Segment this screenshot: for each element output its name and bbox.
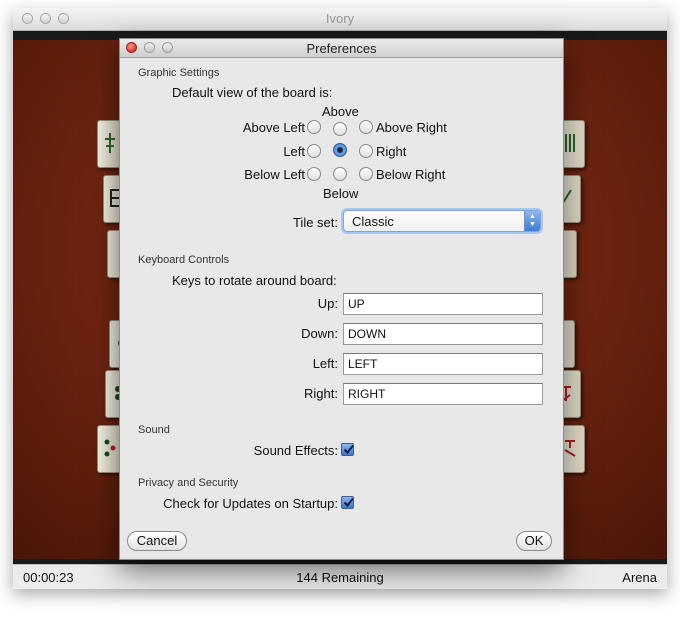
default-view-prompt: Default view of the board is: [172,85,333,100]
checkmark-icon [343,444,354,455]
tiles-remaining: 144 Remaining [296,570,384,585]
key-up-label: Up: [317,296,338,311]
window-title: Ivory [325,11,355,26]
view-below-left-label: Below Left [244,167,305,182]
key-left-label: Left: [312,356,338,371]
layout-name: Arena [622,570,657,585]
graphic-settings-heading: Graphic Settings [138,67,220,79]
view-left-label: Left [283,144,305,159]
view-above-label: Above [322,104,359,119]
view-below-left-radio[interactable] [307,167,321,181]
status-bar: 00:00:23 144 Remaining Arena [13,564,667,589]
ok-button[interactable]: OK [516,531,552,551]
sound-heading: Sound [138,424,170,436]
tile-set-select[interactable]: Classic ▲ ▼ [343,210,541,232]
dialog-title: Preferences [306,41,377,56]
view-above-right-label: Above Right [376,120,447,135]
preferences-dialog: Preferences Graphic Settings Default vie… [119,38,564,560]
key-right-field[interactable]: RIGHT [343,383,543,405]
rotate-keys-prompt: Keys to rotate around board: [172,273,337,288]
view-below-radio[interactable] [333,167,347,181]
view-below-label: Below [323,186,359,201]
sound-effects-checkbox[interactable] [341,443,354,456]
privacy-heading: Privacy and Security [138,477,239,489]
sound-effects-label: Sound Effects: [253,443,338,458]
view-above-right-radio[interactable] [359,120,373,134]
view-above-left-radio[interactable] [307,120,321,134]
view-right-radio[interactable] [359,144,373,158]
view-above-radio[interactable] [333,122,347,136]
tile-set-label: Tile set: [292,215,338,230]
key-down-label: Down: [301,326,338,341]
view-below-right-radio[interactable] [359,167,373,181]
updown-arrows-icon: ▲ ▼ [524,211,540,231]
check-updates-label: Check for Updates on Startup: [163,496,338,511]
view-below-right-label: Below Right [376,167,446,182]
key-right-label: Right: [304,386,338,401]
view-above-left-label: Above Left [242,120,305,135]
keyboard-controls-heading: Keyboard Controls [138,254,230,266]
cancel-button[interactable]: Cancel [127,531,187,551]
main-titlebar: Ivory [13,8,667,31]
key-left-field[interactable]: LEFT [343,353,543,375]
tile-set-value: Classic [352,214,394,229]
view-right-label: Right [376,144,407,159]
check-updates-checkbox[interactable] [341,496,354,509]
view-center-radio[interactable] [333,143,347,157]
view-left-radio[interactable] [307,144,321,158]
key-up-field[interactable]: UP [343,293,543,315]
checkmark-icon [343,497,354,508]
key-down-field[interactable]: DOWN [343,323,543,345]
dialog-titlebar: Preferences [120,39,563,58]
